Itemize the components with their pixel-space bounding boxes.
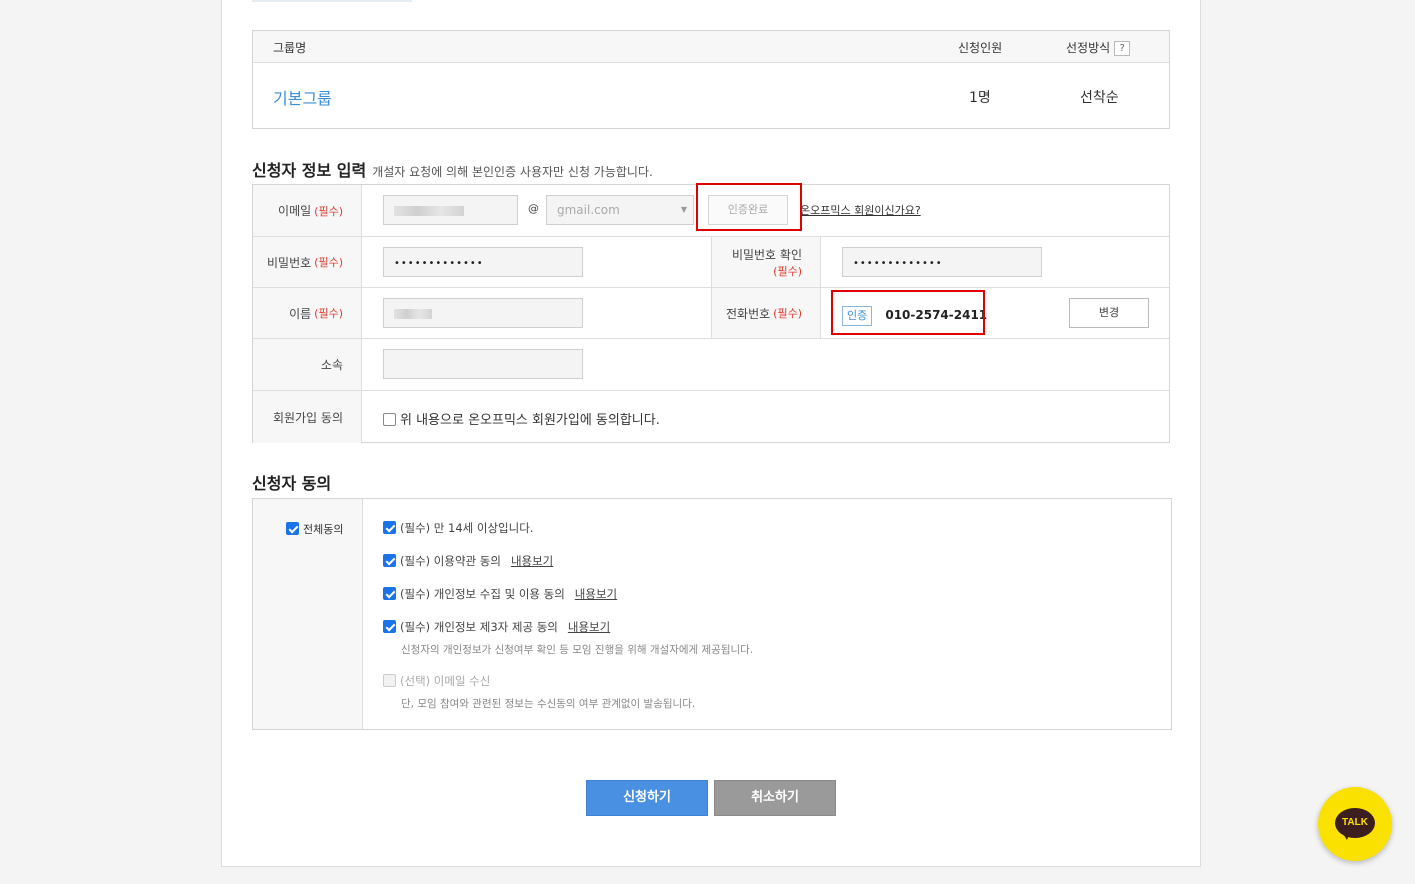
- consent-table: 전체동의 (필수) 만 14세 이상입니다. (필수) 이용약관 동의 내용보기 …: [252, 498, 1172, 730]
- blurred-email: [394, 205, 464, 216]
- email-note: 단, 모임 참여와 관련된 정보는 수신동의 여부 관계없이 발송됩니다.: [401, 698, 696, 710]
- group-table-header: 그룹명 신청인원 선정방식?: [253, 31, 1169, 63]
- consent-item-privacy[interactable]: (필수) 개인정보 수집 및 이용 동의 내용보기: [383, 586, 617, 602]
- email-domain-select[interactable]: gmail.com ▼: [546, 195, 694, 225]
- phone-label: 전화번호 (필수): [711, 288, 821, 338]
- view-terms-link[interactable]: 내용보기: [511, 554, 553, 568]
- kakao-talk-icon: TALK: [1335, 808, 1375, 838]
- group-name[interactable]: 기본그룹: [273, 85, 332, 109]
- signup-consent-option[interactable]: 위 내용으로 온오프믹스 회원가입에 동의합니다.: [383, 409, 660, 428]
- third-party-note: 신청자의 개인정보가 신청여부 확인 등 모임 진행을 위해 개설자에게 제공됩…: [401, 644, 754, 656]
- checkbox-terms[interactable]: [383, 554, 396, 567]
- consent-item-email[interactable]: (선택) 이메일 수신: [383, 673, 490, 689]
- applicant-note: 개설자 요청에 의해 본인인증 사용자만 신청 가능합니다.: [372, 165, 653, 179]
- consent-left-cell: 전체동의: [253, 499, 363, 729]
- member-login-link[interactable]: 온오프믹스 회원이신가요?: [800, 202, 921, 218]
- applicant-section-title: 신청자 정보 입력 개설자 요청에 의해 본인인증 사용자만 신청 가능합니다.: [252, 161, 653, 180]
- consent-item-third-party[interactable]: (필수) 개인정보 제3자 제공 동의 내용보기: [383, 619, 610, 635]
- blurred-name: [394, 308, 432, 319]
- affiliation-row: 소속: [253, 339, 1169, 391]
- password-confirm-label: 비밀번호 확인 (필수): [711, 237, 821, 287]
- view-privacy-link[interactable]: 내용보기: [575, 587, 617, 601]
- checkbox-age[interactable]: [383, 521, 396, 534]
- col-group-name: 그룹명: [273, 41, 307, 55]
- signup-consent-label: 회원가입 동의: [253, 391, 362, 443]
- checkbox-privacy[interactable]: [383, 587, 396, 600]
- password-input[interactable]: •••••••••••••: [383, 247, 583, 277]
- consent-item-terms[interactable]: (필수) 이용약관 동의 내용보기: [383, 553, 553, 569]
- signup-consent-row: 회원가입 동의 위 내용으로 온오프믹스 회원가입에 동의합니다.: [253, 391, 1169, 443]
- checkbox-third-party[interactable]: [383, 620, 396, 633]
- group-table: 그룹명 신청인원 선정방식? 기본그룹 1명 선착순: [252, 30, 1170, 129]
- affiliation-label: 소속: [253, 339, 362, 390]
- kakao-talk-button[interactable]: TALK: [1318, 787, 1392, 861]
- password-confirm-input[interactable]: •••••••••••••: [842, 247, 1042, 277]
- email-id-input[interactable]: [383, 195, 518, 225]
- col-count: 신청인원: [958, 41, 1003, 55]
- password-label: 비밀번호 (필수): [253, 237, 362, 287]
- name-row: 이름 (필수) 전화번호 (필수) 인증 010-2574-2411 변경: [253, 288, 1169, 339]
- highlight-verify: [696, 183, 802, 231]
- name-label: 이름 (필수): [253, 288, 362, 338]
- view-third-party-link[interactable]: 내용보기: [568, 620, 610, 634]
- chevron-down-icon: ▼: [680, 205, 687, 214]
- affiliation-input[interactable]: [383, 349, 583, 379]
- change-phone-button[interactable]: 변경: [1069, 298, 1149, 328]
- help-icon[interactable]: ?: [1114, 41, 1131, 56]
- group-count: 1명: [969, 90, 991, 106]
- signup-checkbox[interactable]: [383, 413, 396, 426]
- name-input[interactable]: [383, 298, 583, 328]
- top-strip: [252, 0, 412, 2]
- email-label: 이메일 (필수): [253, 185, 362, 236]
- consent-section-title: 신청자 동의: [252, 474, 332, 493]
- checkbox-email[interactable]: [383, 674, 396, 687]
- password-row: 비밀번호 (필수) ••••••••••••• 비밀번호 확인 (필수) •••••…: [253, 237, 1169, 288]
- highlight-phone: [831, 290, 985, 335]
- at-sign: @: [528, 202, 539, 215]
- agree-all-checkbox[interactable]: [286, 522, 299, 535]
- group-method: 선착순: [1080, 90, 1119, 106]
- agree-all-option[interactable]: 전체동의: [286, 521, 343, 537]
- submit-button[interactable]: 신청하기: [586, 780, 708, 816]
- kakao-bubble-tail: [1342, 832, 1350, 840]
- consent-item-age[interactable]: (필수) 만 14세 이상입니다.: [383, 520, 533, 536]
- col-method: 선정방식?: [1066, 39, 1131, 56]
- cancel-button[interactable]: 취소하기: [714, 780, 836, 816]
